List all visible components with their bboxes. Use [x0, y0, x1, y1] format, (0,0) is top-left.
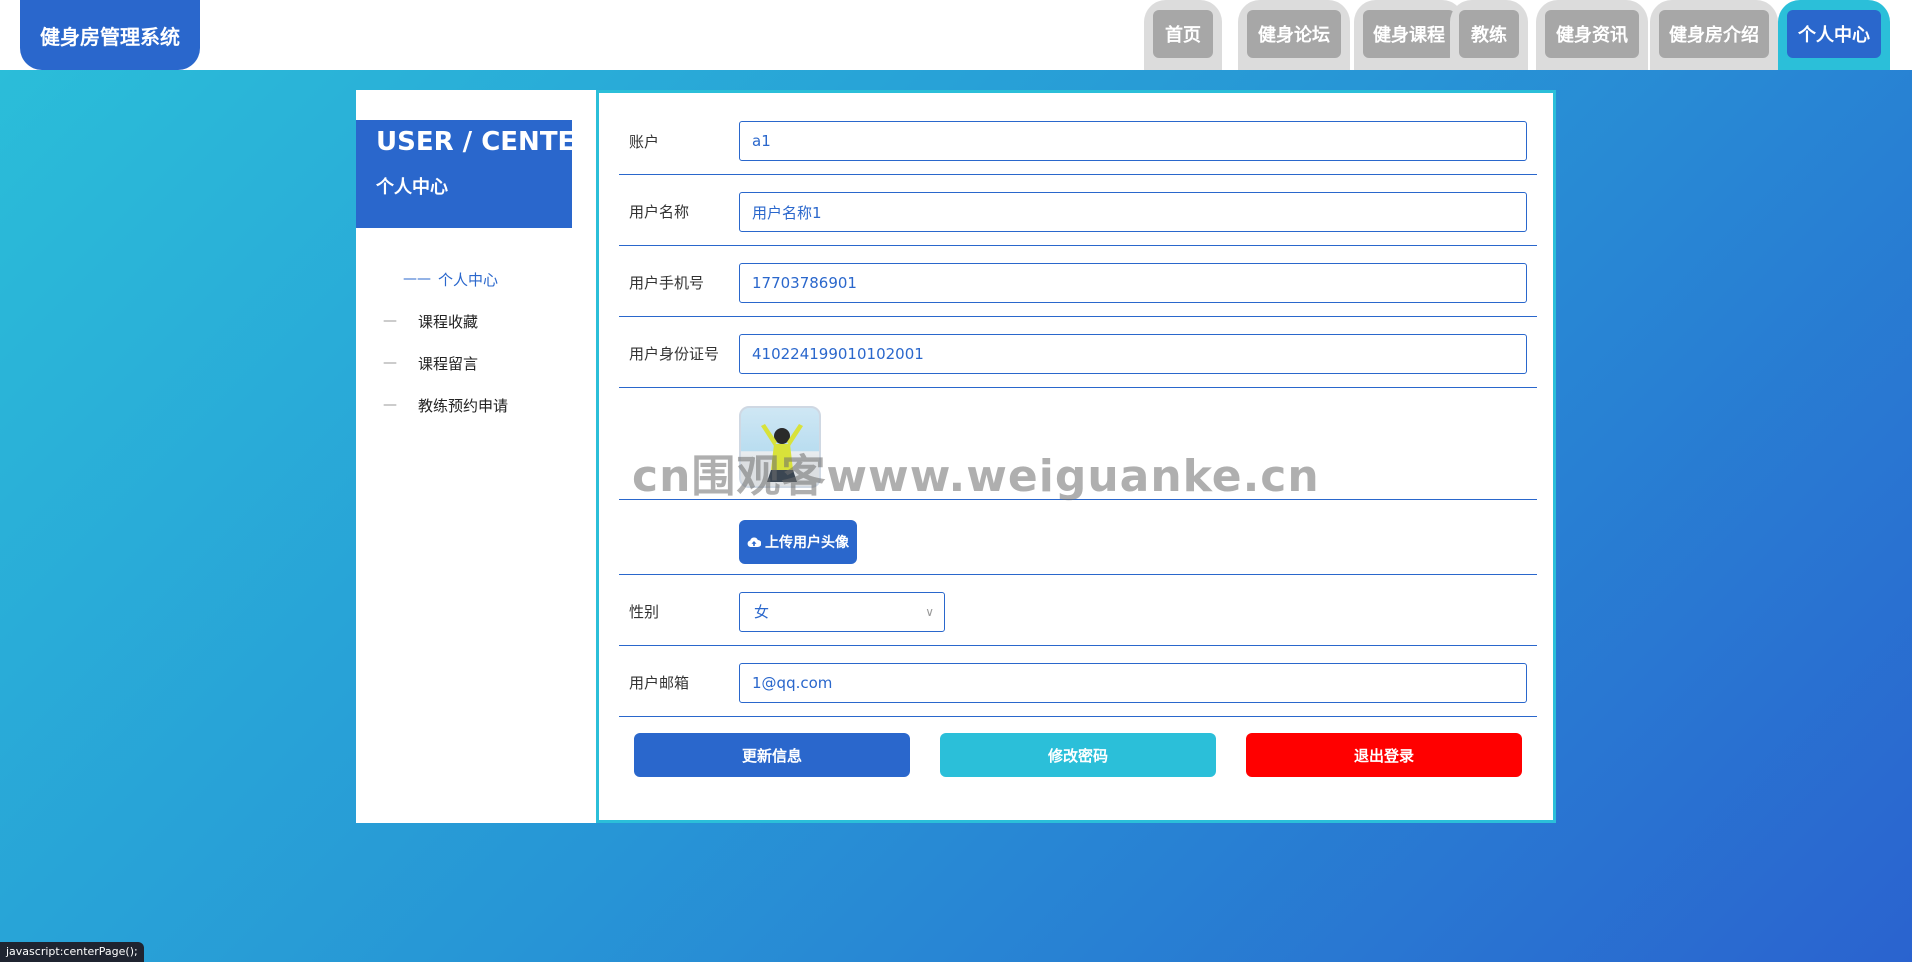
change-password-button[interactable]: 修改密码 — [940, 733, 1216, 777]
idcard-label: 用户身份证号 — [629, 345, 720, 363]
nav-user-center[interactable]: 个人中心 — [1778, 0, 1890, 70]
sidebar-item-user-center[interactable]: —— 个人中心 — [356, 258, 596, 300]
chevron-down-icon: ∨ — [925, 605, 934, 619]
nav-home[interactable]: 首页 — [1144, 0, 1222, 70]
row-idcard: 用户身份证号 — [619, 317, 1537, 388]
row-account: 账户 — [619, 93, 1537, 175]
idcard-input[interactable] — [739, 334, 1527, 374]
top-header: 健身房管理系统 首页 健身论坛 健身课程 教练 健身资讯 健身房介绍 个人中心 — [0, 0, 1912, 70]
sidebar-item-coach-booking[interactable]: — 教练预约申请 — [356, 384, 596, 426]
gender-select[interactable]: 女 ∨ — [739, 592, 945, 632]
sidebar-item-course-favorites[interactable]: — 课程收藏 — [356, 300, 596, 342]
dash-icon: —— — [403, 271, 431, 287]
account-input[interactable] — [739, 121, 1527, 161]
sidebar-title-en: USER / CENTER — [376, 127, 596, 157]
username-label: 用户名称 — [629, 203, 690, 221]
username-input[interactable] — [739, 192, 1527, 232]
row-phone: 用户手机号 — [619, 246, 1537, 317]
row-gender: 性别 女 ∨ — [619, 575, 1537, 646]
row-upload: 上传用户头像 — [619, 500, 1537, 575]
phone-label: 用户手机号 — [629, 274, 705, 292]
status-bar: javascript:centerPage(); — [0, 942, 144, 962]
email-label: 用户邮箱 — [629, 674, 690, 692]
nav-gym-intro[interactable]: 健身房介绍 — [1650, 0, 1778, 70]
email-input[interactable] — [739, 663, 1527, 703]
update-info-button[interactable]: 更新信息 — [634, 733, 910, 777]
gender-label: 性别 — [629, 603, 660, 621]
dash-icon: — — [383, 355, 397, 371]
dash-icon: — — [383, 397, 397, 413]
nav-news[interactable]: 健身资讯 — [1536, 0, 1648, 70]
upload-avatar-label: 上传用户头像 — [765, 535, 849, 551]
row-email: 用户邮箱 — [619, 646, 1537, 717]
sidebar-item-course-comments[interactable]: — 课程留言 — [356, 342, 596, 384]
phone-input[interactable] — [739, 263, 1527, 303]
watermark-text: cn围观客www.weiguanke.cn — [632, 451, 1320, 502]
sidebar-title-cn: 个人中心 — [376, 177, 448, 198]
row-username: 用户名称 — [619, 175, 1537, 246]
sidebar-menu: —— 个人中心 — 课程收藏 — 课程留言 — 教练预约申请 — [356, 258, 596, 426]
account-label: 账户 — [629, 133, 660, 151]
sidebar-header: USER / CENTER 个人中心 — [356, 120, 596, 228]
nav-courses[interactable]: 健身课程 — [1354, 0, 1464, 70]
brand-logo[interactable]: 健身房管理系统 — [20, 0, 200, 70]
cloud-upload-icon — [747, 537, 761, 547]
upload-avatar-button[interactable]: 上传用户头像 — [739, 520, 857, 564]
nav-coaches[interactable]: 教练 — [1450, 0, 1528, 70]
nav-forum[interactable]: 健身论坛 — [1238, 0, 1350, 70]
sidebar: USER / CENTER 个人中心 —— 个人中心 — 课程收藏 — 课程留言… — [356, 90, 596, 823]
logout-button[interactable]: 退出登录 — [1246, 733, 1522, 777]
dash-icon: — — [383, 313, 397, 329]
gender-selected-value: 女 — [754, 603, 770, 621]
